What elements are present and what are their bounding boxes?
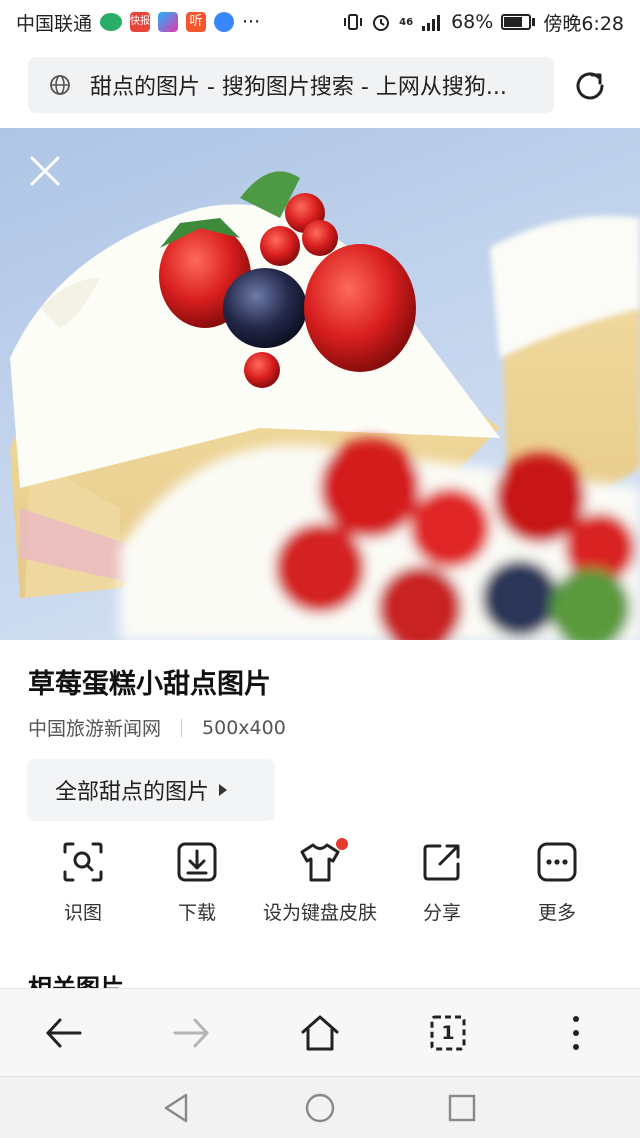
carrier-name: 中国联通	[16, 12, 93, 35]
image-meta: 中国旅游新闻网 500x400	[28, 714, 286, 741]
all-images-label: 全部甜点的图片	[55, 780, 210, 805]
close-icon[interactable]	[24, 150, 66, 192]
ting-icon: 听	[186, 12, 207, 32]
action-label: 分享	[422, 902, 461, 924]
cake-photo	[10, 171, 640, 640]
forward-icon[interactable]	[169, 1011, 213, 1055]
image-source[interactable]: 中国旅游新闻网	[28, 714, 161, 741]
keyboard-skin-button[interactable]: 设为键盘皮肤	[250, 838, 390, 925]
kuaibao-icon: 快报	[130, 12, 151, 32]
more-icon	[537, 842, 577, 882]
globe-icon	[50, 75, 70, 95]
image-viewer[interactable]	[0, 128, 640, 640]
more-notifications-icon: ···	[242, 11, 261, 33]
system-back-icon[interactable]	[160, 1091, 194, 1125]
system-home-icon[interactable]	[303, 1091, 337, 1125]
browser-toolbar: 1	[0, 988, 640, 1076]
image-search-icon	[63, 842, 103, 882]
address-bar-area: 甜点的图片 - 搜狗图片搜索 - 上网从搜狗...	[0, 44, 640, 128]
tshirt-icon-wrap	[298, 838, 348, 884]
youku-icon	[158, 12, 179, 32]
vibrate-icon	[344, 14, 363, 30]
all-images-button[interactable]: 全部甜点的图片	[27, 759, 275, 821]
system-recents-icon[interactable]	[445, 1091, 479, 1125]
alarm-icon	[373, 15, 390, 31]
action-label: 更多	[537, 902, 576, 924]
system-nav-bar	[0, 1076, 640, 1138]
status-right: 46 68% 傍晚6:28	[343, 9, 624, 36]
battery-percent: 68%	[451, 11, 494, 33]
home-icon[interactable]	[298, 1011, 342, 1055]
notification-dot	[336, 838, 348, 850]
action-label: 识图	[63, 902, 102, 924]
share-icon	[423, 844, 460, 881]
download-icon	[177, 842, 217, 882]
status-bar: 中国联通 快报 听 ··· 46 68% 傍晚6:28	[0, 0, 640, 44]
clock: 傍晚6:28	[543, 12, 624, 35]
tabs-count: 1	[441, 1022, 455, 1044]
more-button[interactable]: 更多	[487, 840, 627, 925]
address-bar[interactable]: 甜点的图片 - 搜狗图片搜索 - 上网从搜狗...	[28, 57, 554, 113]
back-icon[interactable]	[42, 1011, 86, 1055]
related-images-heading: 相关图片	[28, 974, 124, 990]
battery-icon	[501, 14, 536, 30]
image-dimensions: 500x400	[202, 716, 286, 739]
status-left: 中国联通 快报 听 ···	[16, 9, 260, 36]
wechat-icon	[100, 13, 123, 31]
action-row: 识图 下载 设为键盘皮肤 分享 更多	[0, 838, 640, 940]
page-title-url[interactable]: 甜点的图片 - 搜狗图片搜索 - 上网从搜狗...	[90, 69, 540, 101]
signal-icon	[422, 15, 441, 31]
reload-icon[interactable]	[570, 66, 610, 106]
download-button[interactable]: 下载	[127, 840, 267, 925]
tabs-button[interactable]: 1	[426, 1011, 470, 1055]
image-title: 草莓蛋糕小甜点图片	[28, 669, 271, 700]
action-label: 下载	[177, 902, 216, 924]
meta-divider	[181, 718, 183, 737]
tshirt-icon	[300, 843, 340, 882]
network-type: 46	[399, 16, 414, 28]
music-icon	[214, 12, 235, 32]
caret-right-icon	[219, 784, 228, 796]
action-label: 设为键盘皮肤	[262, 902, 377, 924]
menu-kebab-icon[interactable]	[554, 1011, 598, 1055]
